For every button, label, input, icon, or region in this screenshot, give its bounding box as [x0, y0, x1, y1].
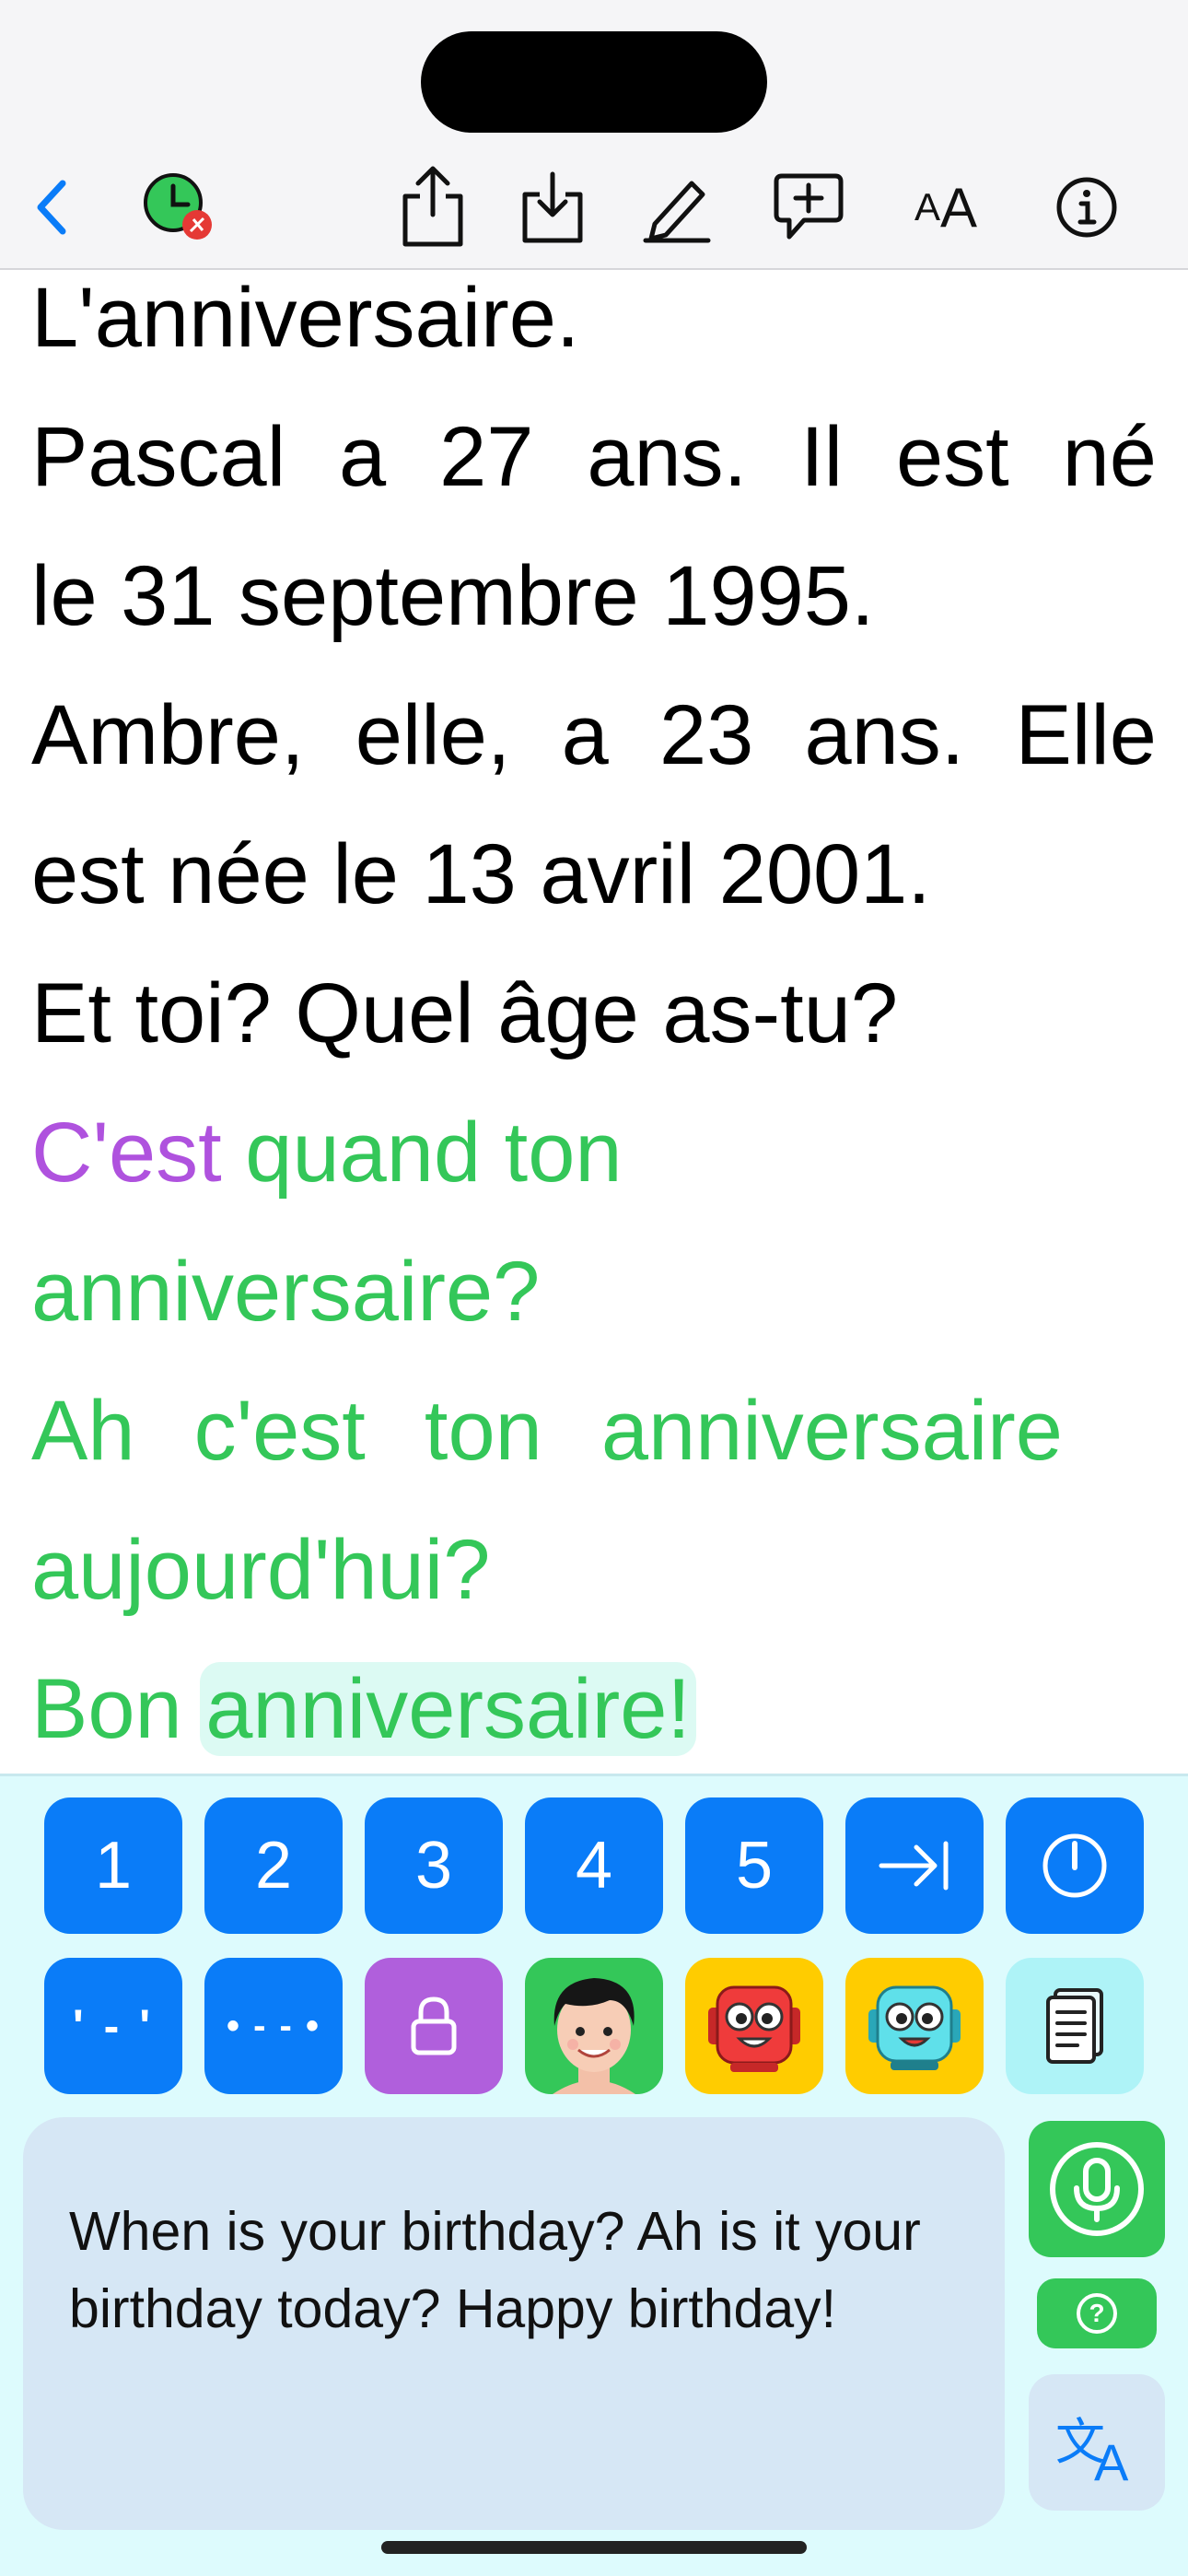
current-word[interactable]: C'est [31, 1106, 222, 1200]
question-line[interactable]: Ah c'est ton anniversaire [31, 1362, 1063, 1500]
key-1[interactable]: 1 [44, 1797, 182, 1934]
translate-icon: 文 A [1055, 2401, 1138, 2491]
dynamic-island [421, 31, 767, 133]
translate-button[interactable]: 文 A [1029, 2374, 1165, 2511]
text-size-icon[interactable]: AA [904, 166, 987, 249]
add-comment-icon[interactable] [772, 166, 845, 249]
info-icon[interactable] [1050, 166, 1124, 249]
cyan-robot-icon [868, 1985, 961, 2070]
pencil-icon[interactable] [640, 166, 714, 249]
pause-pattern-button[interactable]: ' - ' [44, 1958, 182, 2094]
text-line: est née le 13 avril 2001. [31, 827, 931, 921]
text-line: L'anniversaire. [31, 271, 580, 365]
word: ans. [804, 688, 965, 782]
word: 23 [658, 688, 754, 782]
speed-gauge-icon [1042, 1833, 1107, 1898]
share-icon[interactable] [396, 166, 470, 249]
download-icon[interactable] [516, 166, 589, 249]
question-line[interactable]: Bon anniversaire! [31, 1640, 1157, 1774]
microphone-icon [1050, 2142, 1144, 2236]
key-3[interactable]: 3 [365, 1797, 503, 1934]
word[interactable]: c'est [194, 1362, 366, 1500]
skip-to-end-button[interactable] [845, 1797, 984, 1934]
transcript-icon [1046, 1988, 1103, 2064]
text-line: Et toi? Quel âge as-tu? [31, 966, 899, 1060]
back-icon[interactable] [24, 166, 79, 249]
pause-pattern-icon: ' - ' [72, 2000, 155, 2052]
word: a [339, 410, 387, 504]
word: né [1062, 410, 1157, 504]
red-robot-button[interactable] [685, 1958, 823, 2094]
dots-pattern-icon: • - - • [227, 2005, 320, 2046]
translate-glyph-latin: A [1094, 2433, 1129, 2491]
word[interactable]: Ah [31, 1362, 135, 1500]
cyan-robot-button[interactable] [845, 1958, 984, 2094]
word: Ambre, [31, 688, 305, 782]
highlighted-word[interactable]: anniversaire! [200, 1662, 696, 1756]
word[interactable]: ton [425, 1362, 542, 1500]
text-line: Ambre, elle, a 23 ans. Elle [31, 666, 1157, 804]
word: ans. [587, 410, 748, 504]
key-2[interactable]: 2 [204, 1797, 343, 1934]
text-size-small-a: A [914, 185, 940, 228]
transcript-button[interactable] [1006, 1958, 1144, 2094]
red-robot-icon [708, 1985, 800, 2072]
skip-to-end-icon [879, 1841, 949, 1891]
translation-box: When is your birthday? Ah is it your bir… [23, 2117, 1005, 2530]
word[interactable]: Bon [31, 1662, 205, 1756]
key-4[interactable]: 4 [525, 1797, 663, 1934]
word: 27 [439, 410, 534, 504]
dots-pattern-button[interactable]: • - - • [204, 1958, 343, 2094]
word: Elle [1015, 688, 1157, 782]
speed-button[interactable] [1006, 1797, 1144, 1934]
help-button[interactable]: ? [1037, 2278, 1157, 2348]
text-line: le 31 septembre 1995. [31, 549, 875, 643]
question-text[interactable]: quand ton [222, 1106, 622, 1200]
word: elle, [355, 688, 511, 782]
home-indicator [381, 2541, 807, 2554]
word: est [896, 410, 1009, 504]
word: a [561, 688, 609, 782]
microphone-button[interactable] [1029, 2121, 1165, 2257]
key-5[interactable]: 5 [685, 1797, 823, 1934]
reading-text: L'anniversaire. Pascal a 27 ans. Il est … [0, 270, 1188, 1774]
text-line: Pascal a 27 ans. Il est né [31, 388, 1157, 526]
translation-text: When is your birthday? Ah is it your bir… [69, 2201, 921, 2339]
word: Il [800, 410, 844, 504]
avatar-man-button[interactable] [525, 1958, 663, 2094]
question-line[interactable]: C'est quand ton [31, 1083, 1157, 1222]
question-line[interactable]: anniversaire? [31, 1223, 1157, 1361]
lock-icon [411, 1996, 457, 2055]
word: Pascal [31, 410, 286, 504]
question-line[interactable]: aujourd'hui? [31, 1501, 1157, 1639]
toolbar: AA [0, 0, 1188, 270]
timer-badge-icon[interactable] [138, 166, 221, 249]
text-size-large-a: A [939, 176, 978, 239]
lock-button[interactable] [365, 1958, 503, 2094]
avatar-man-icon [553, 1978, 635, 2094]
help-icon: ? [1077, 2293, 1117, 2334]
word[interactable]: anniversaire [601, 1362, 1063, 1500]
